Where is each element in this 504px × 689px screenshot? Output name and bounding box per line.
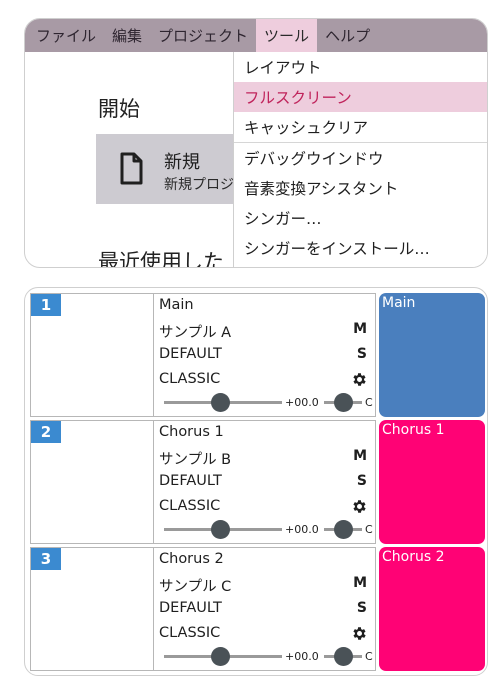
menu-tools[interactable]: ツール [256, 19, 318, 52]
pan-slider-handle[interactable] [334, 393, 353, 412]
tools-dropdown-menu: レイアウト フルスクリーン キャッシュクリア デバッグウインドウ 音素変換アシス… [233, 52, 487, 267]
menu-item-phoneme-assistant[interactable]: 音素変換アシスタント [234, 173, 487, 203]
track-panel: 1 Main サンプル A DEFAULT CLASSIC M S +00.0 … [24, 287, 488, 676]
menu-help[interactable]: ヘルプ [317, 19, 378, 52]
menu-item-clear-cache[interactable]: キャッシュクリア [234, 112, 487, 142]
volume-value: +00.0 [285, 523, 319, 536]
recent-heading: 最近使用した [98, 250, 224, 268]
pan-value: C [365, 650, 373, 663]
gear-icon[interactable] [351, 498, 368, 515]
track-name[interactable]: Chorus 1 [159, 424, 224, 440]
new-project-title: 新規 [164, 152, 200, 173]
track-controls: Chorus 2 サンプル C DEFAULT CLASSIC M S +00.… [153, 547, 376, 671]
pan-value: C [365, 523, 373, 536]
part-label: Chorus 1 [382, 422, 445, 438]
volume-slider-handle[interactable] [211, 520, 230, 539]
gear-icon[interactable] [351, 371, 368, 388]
new-project-subtitle: 新規プロジ [164, 177, 234, 193]
start-window: ファイル 編集 プロジェクト ツール ヘルプ 開始 新規 新規プロジ 最近使用し… [24, 18, 488, 268]
menu-edit[interactable]: 編集 [104, 19, 150, 52]
track-phonemizer[interactable]: DEFAULT [159, 600, 222, 616]
track-row: 2 Chorus 1 サンプル B DEFAULT CLASSIC M S +0… [30, 420, 485, 544]
volume-value: +00.0 [285, 396, 319, 409]
part-label: Main [382, 295, 416, 311]
track-renderer[interactable]: CLASSIC [159, 498, 220, 514]
volume-value: +00.0 [285, 650, 319, 663]
mute-button[interactable]: M [353, 575, 367, 591]
track-singer[interactable]: サンプル A [159, 321, 231, 342]
start-heading: 開始 [98, 97, 140, 121]
volume-slider-handle[interactable] [211, 647, 230, 666]
track-renderer[interactable]: CLASSIC [159, 625, 220, 641]
pan-slider-handle[interactable] [334, 647, 353, 666]
gear-icon[interactable] [351, 625, 368, 642]
mute-button[interactable]: M [353, 448, 367, 464]
solo-button[interactable]: S [357, 473, 367, 489]
track-controls: Main サンプル A DEFAULT CLASSIC M S +00.0 C [153, 293, 376, 417]
pan-value: C [365, 396, 373, 409]
track-singer[interactable]: サンプル B [159, 448, 231, 469]
track-name[interactable]: Chorus 2 [159, 551, 224, 567]
menu-item-install-singer[interactable]: シンガーをインストール… [234, 233, 487, 263]
track-row: 3 Chorus 2 サンプル C DEFAULT CLASSIC M S +0… [30, 547, 485, 671]
track-header[interactable]: 1 [30, 293, 154, 417]
track-renderer[interactable]: CLASSIC [159, 371, 220, 387]
track-singer[interactable]: サンプル C [159, 575, 231, 596]
menu-project[interactable]: プロジェクト [150, 19, 256, 52]
track-number: 2 [31, 421, 61, 443]
track-number: 3 [31, 548, 61, 570]
part-label: Chorus 2 [382, 549, 445, 565]
mute-button[interactable]: M [353, 321, 367, 337]
track-part-chorus-2[interactable]: Chorus 2 [379, 547, 485, 671]
file-icon [120, 152, 143, 185]
track-phonemizer[interactable]: DEFAULT [159, 473, 222, 489]
menubar: ファイル 編集 プロジェクト ツール ヘルプ [25, 19, 487, 52]
track-part-main[interactable]: Main [379, 293, 485, 417]
track-number: 1 [31, 294, 61, 316]
menu-item-layout[interactable]: レイアウト [234, 52, 487, 82]
volume-slider-handle[interactable] [211, 393, 230, 412]
track-name[interactable]: Main [159, 297, 194, 313]
track-part-chorus-1[interactable]: Chorus 1 [379, 420, 485, 544]
track-row: 1 Main サンプル A DEFAULT CLASSIC M S +00.0 … [30, 293, 485, 417]
track-controls: Chorus 1 サンプル B DEFAULT CLASSIC M S +00.… [153, 420, 376, 544]
track-header[interactable]: 3 [30, 547, 154, 671]
track-header[interactable]: 2 [30, 420, 154, 544]
solo-button[interactable]: S [357, 346, 367, 362]
menu-item-fullscreen[interactable]: フルスクリーン [234, 82, 487, 112]
menu-file[interactable]: ファイル [25, 19, 104, 52]
track-phonemizer[interactable]: DEFAULT [159, 346, 222, 362]
menu-item-debug-window[interactable]: デバッグウインドウ [234, 143, 487, 173]
pan-slider-handle[interactable] [334, 520, 353, 539]
solo-button[interactable]: S [357, 600, 367, 616]
menu-item-singers[interactable]: シンガー… [234, 203, 487, 233]
